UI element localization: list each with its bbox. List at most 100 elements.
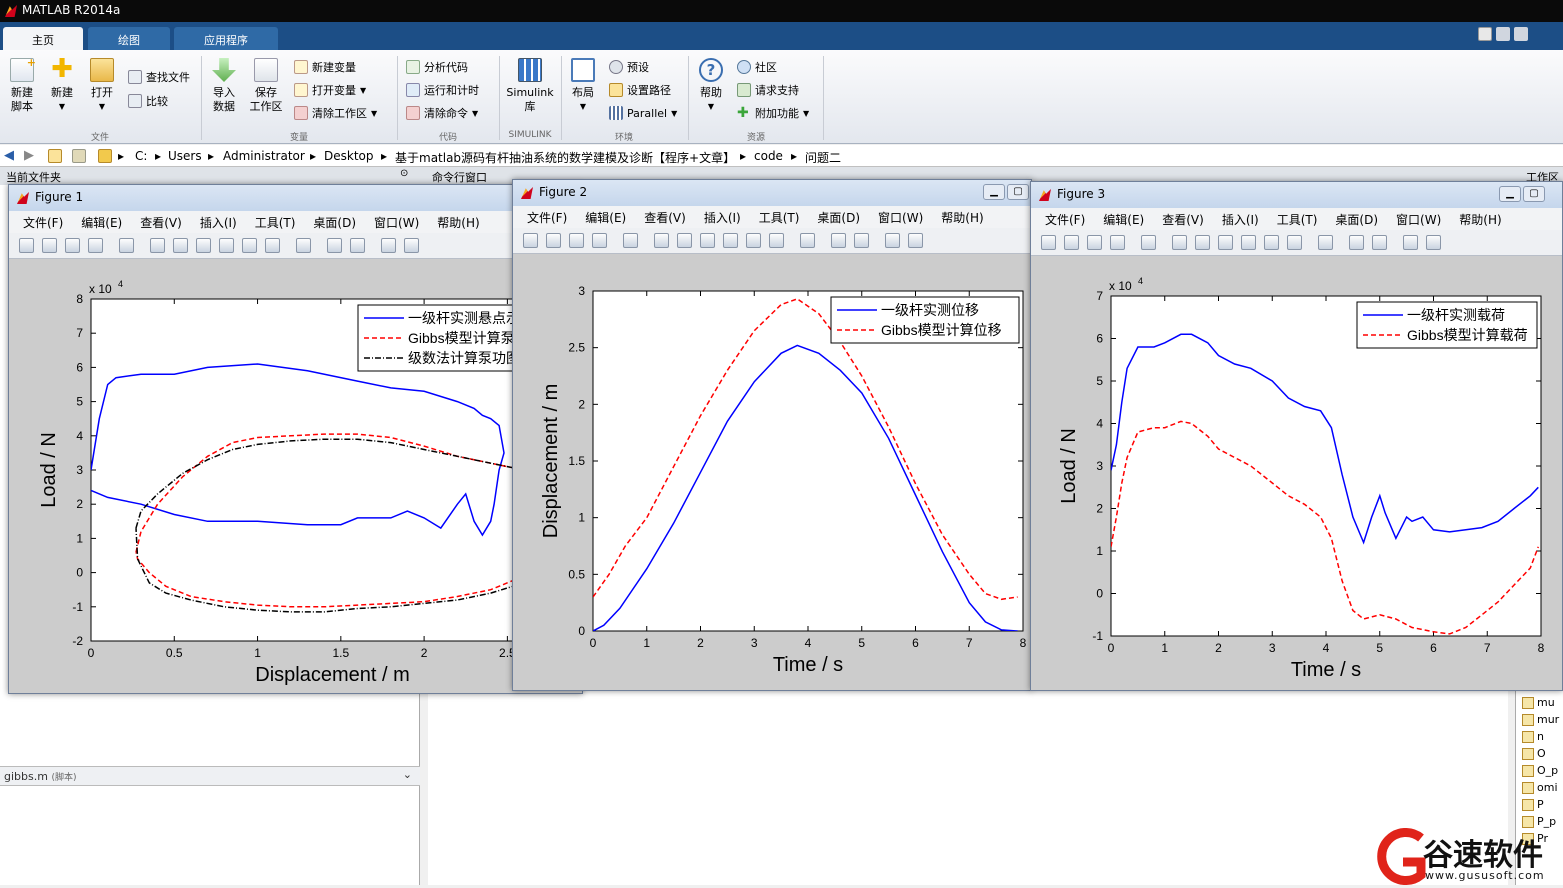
pointer-icon[interactable]: [623, 233, 638, 248]
clear-commands-button[interactable]: 清除命令 ▼: [406, 104, 478, 122]
hide-plot-tools-icon[interactable]: [381, 238, 396, 253]
pan-hand-icon[interactable]: [1218, 235, 1233, 250]
cut-icon[interactable]: [1514, 27, 1528, 41]
request-support-button[interactable]: 请求支持: [737, 81, 799, 99]
analyze-code-button[interactable]: 分析代码: [406, 58, 468, 76]
figure-menu-item[interactable]: 编辑(E): [1103, 213, 1144, 227]
figure-menu-item[interactable]: 插入(I): [1222, 213, 1259, 227]
show-plot-tools-icon[interactable]: [404, 238, 419, 253]
run-and-time-button[interactable]: 运行和计时: [406, 81, 479, 99]
layout-button[interactable]: 布局 ▼: [566, 58, 600, 114]
open-button[interactable]: 打开 ▼: [84, 58, 120, 114]
link-plot-icon[interactable]: [296, 238, 311, 253]
new-button[interactable]: ✚ 新建 ▼: [44, 56, 80, 114]
minimize-button[interactable]: ▁: [983, 184, 1005, 200]
new-figure-icon[interactable]: [523, 233, 538, 248]
tab-plots[interactable]: 绘图: [88, 27, 170, 50]
workspace-variable[interactable]: P_p: [1522, 815, 1556, 828]
tab-apps[interactable]: 应用程序: [174, 27, 278, 50]
import-data-button[interactable]: 导入 数据: [206, 58, 242, 114]
breadcrumb-c[interactable]: C:: [135, 149, 147, 163]
legend-icon[interactable]: [350, 238, 365, 253]
figure-menu-item[interactable]: 工具(T): [1277, 213, 1318, 227]
show-plot-tools-icon[interactable]: [908, 233, 923, 248]
brush-icon[interactable]: [265, 238, 280, 253]
workspace-variable[interactable]: O_p: [1522, 764, 1558, 777]
zoom-out-icon[interactable]: [1195, 235, 1210, 250]
breadcrumb-problem-two[interactable]: 问题二: [805, 149, 841, 166]
find-files-button[interactable]: 查找文件: [128, 68, 190, 86]
print-icon[interactable]: [1110, 235, 1125, 250]
figure-menu-item[interactable]: 窗口(W): [1396, 213, 1441, 227]
figure-menu-item[interactable]: 编辑(E): [585, 211, 626, 225]
data-cursor-icon[interactable]: [242, 238, 257, 253]
open-file-icon[interactable]: [546, 233, 561, 248]
browse-folder-icon[interactable]: [72, 149, 86, 163]
figure-menu-item[interactable]: 文件(F): [23, 216, 63, 230]
maximize-button[interactable]: ▢: [1523, 186, 1545, 202]
figure-menu-item[interactable]: 帮助(H): [437, 216, 479, 230]
save-icon[interactable]: [569, 233, 584, 248]
figure-menu-item[interactable]: 文件(F): [527, 211, 567, 225]
figure-menu-item[interactable]: 桌面(D): [817, 211, 860, 225]
colorbar-icon[interactable]: [831, 233, 846, 248]
panel-menu-icon[interactable]: ⊙: [400, 168, 408, 179]
figure-menu-item[interactable]: 插入(I): [200, 216, 237, 230]
workspace-variable[interactable]: n: [1522, 730, 1544, 743]
figure-menu-item[interactable]: 查看(V): [140, 216, 182, 230]
figure-menu-item[interactable]: 桌面(D): [313, 216, 356, 230]
workspace-variable[interactable]: mur: [1522, 713, 1559, 726]
save-icon[interactable]: [65, 238, 80, 253]
set-path-button[interactable]: 设置路径: [609, 81, 671, 99]
zoom-out-icon[interactable]: [677, 233, 692, 248]
legend-icon[interactable]: [1372, 235, 1387, 250]
link-plot-icon[interactable]: [1318, 235, 1333, 250]
maximize-button[interactable]: ▢: [1007, 184, 1029, 200]
zoom-in-icon[interactable]: [150, 238, 165, 253]
open-variable-button[interactable]: 打开变量 ▼: [294, 81, 366, 99]
brush-icon[interactable]: [769, 233, 784, 248]
file-details-bar[interactable]: gibbs.m (脚本) ⌄: [0, 766, 420, 786]
figure-menu-item[interactable]: 桌面(D): [1335, 213, 1378, 227]
figure-menu-item[interactable]: 查看(V): [1162, 213, 1204, 227]
figure-menu-item[interactable]: 文件(F): [1045, 213, 1085, 227]
rotate-3d-icon[interactable]: [1241, 235, 1256, 250]
pointer-icon[interactable]: [119, 238, 134, 253]
pointer-icon[interactable]: [1141, 235, 1156, 250]
save-icon[interactable]: [1496, 27, 1510, 41]
legend-icon[interactable]: [854, 233, 869, 248]
print-icon[interactable]: [88, 238, 103, 253]
preferences-button[interactable]: 预设: [609, 58, 649, 76]
figure-menu-item[interactable]: 编辑(E): [81, 216, 122, 230]
figure-menu-item[interactable]: 帮助(H): [1459, 213, 1501, 227]
forward-arrow-icon[interactable]: ▶: [24, 148, 38, 163]
save-icon[interactable]: [1087, 235, 1102, 250]
colorbar-icon[interactable]: [1349, 235, 1364, 250]
figure-menu-item[interactable]: 窗口(W): [878, 211, 923, 225]
breadcrumb-project-folder[interactable]: 基于matlab源码有杆抽油系统的数学建模及诊断【程序+文章】: [395, 149, 735, 166]
brush-icon[interactable]: [1287, 235, 1302, 250]
zoom-out-icon[interactable]: [173, 238, 188, 253]
data-cursor-icon[interactable]: [1264, 235, 1279, 250]
workspace-variable[interactable]: P: [1522, 798, 1544, 811]
chevron-down-icon[interactable]: ⌄: [403, 768, 412, 781]
back-arrow-icon[interactable]: ◀: [4, 148, 18, 163]
open-file-icon[interactable]: [1064, 235, 1079, 250]
figure-menu-item[interactable]: 工具(T): [759, 211, 800, 225]
simulink-library-button[interactable]: Simulink 库: [504, 58, 556, 114]
new-figure-icon[interactable]: [19, 238, 34, 253]
zoom-in-icon[interactable]: [654, 233, 669, 248]
hide-plot-tools-icon[interactable]: [885, 233, 900, 248]
workspace-variable[interactable]: mu: [1522, 696, 1555, 709]
figure-menu-item[interactable]: 帮助(H): [941, 211, 983, 225]
add-ons-button[interactable]: ✚ 附加功能 ▼: [737, 104, 809, 122]
new-script-button[interactable]: + 新建 脚本: [4, 56, 40, 114]
minimize-button[interactable]: ▁: [1499, 186, 1521, 202]
parallel-button[interactable]: Parallel ▼: [609, 104, 677, 122]
open-file-icon[interactable]: [42, 238, 57, 253]
quick-access-icon[interactable]: [1478, 27, 1492, 41]
rotate-3d-icon[interactable]: [219, 238, 234, 253]
new-figure-icon[interactable]: [1041, 235, 1056, 250]
workspace-variable[interactable]: O: [1522, 747, 1546, 760]
pan-hand-icon[interactable]: [196, 238, 211, 253]
